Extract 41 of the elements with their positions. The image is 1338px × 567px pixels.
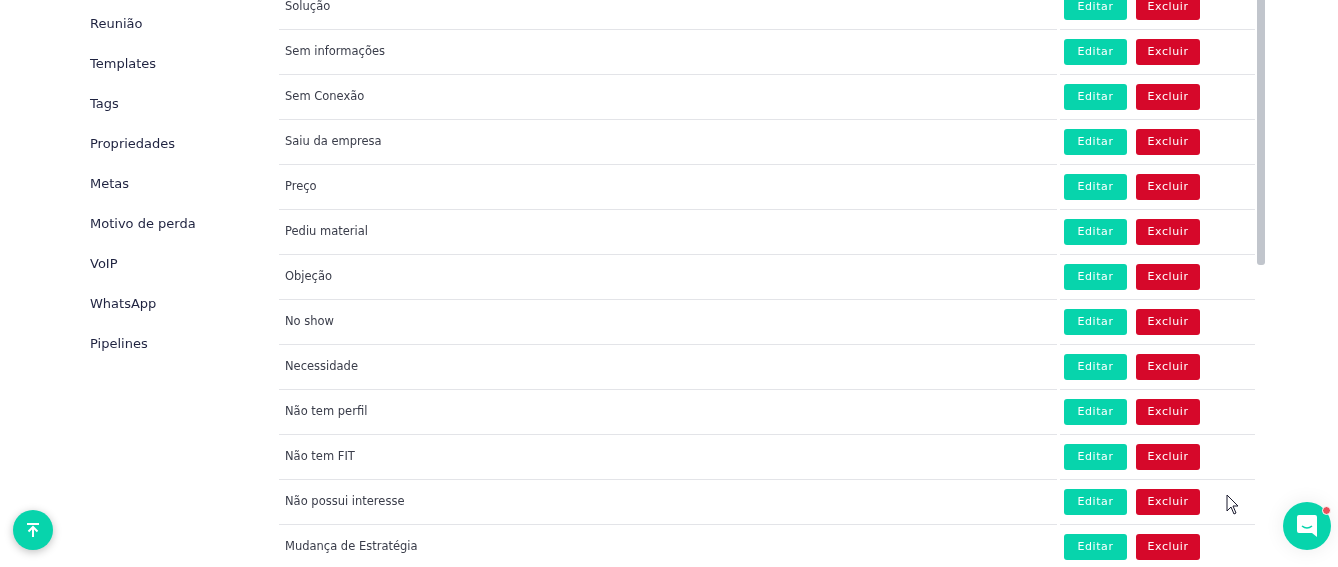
sidebar-item[interactable]: Tags	[90, 94, 279, 134]
delete-button[interactable]: Excluir	[1136, 534, 1200, 560]
sidebar-item[interactable]: Motivo de perda	[90, 214, 279, 254]
sidebar-item[interactable]: Metas	[90, 174, 279, 214]
sidebar-item[interactable]: WhatsApp	[90, 294, 279, 334]
chat-button[interactable]	[1283, 502, 1331, 550]
delete-button[interactable]: Excluir	[1136, 444, 1200, 470]
delete-button[interactable]: Excluir	[1136, 219, 1200, 245]
reason-name: Não tem perfil	[285, 403, 368, 421]
chat-icon	[1296, 514, 1318, 538]
scroll-to-top-button[interactable]	[13, 510, 53, 550]
sidebar-item[interactable]: Reunião	[90, 14, 279, 54]
reason-name: Sem Conexão	[285, 88, 365, 106]
reason-name: Necessidade	[285, 358, 358, 376]
reason-name: Saiu da empresa	[285, 133, 382, 151]
sidebar-item[interactable]: VoIP	[90, 254, 279, 294]
reason-name: Preço	[285, 178, 317, 196]
reason-name: Sem informações	[285, 43, 385, 61]
sidebar-item[interactable]: Templates	[90, 54, 279, 94]
reason-name: Pediu material	[285, 223, 369, 241]
delete-button[interactable]: Excluir	[1136, 129, 1200, 155]
sidebar-item[interactable]: Pipelines	[90, 334, 279, 374]
delete-button[interactable]: Excluir	[1136, 309, 1200, 335]
delete-button[interactable]: Excluir	[1136, 354, 1200, 380]
reason-name: Objeção	[285, 268, 333, 286]
scrollbar-thumb[interactable]	[1257, 0, 1265, 265]
delete-button[interactable]: Excluir	[1136, 174, 1200, 200]
reason-name: Não tem FIT	[285, 448, 355, 466]
delete-button[interactable]: Excluir	[1136, 264, 1200, 290]
delete-button[interactable]: Excluir	[1136, 39, 1200, 65]
delete-button[interactable]: Excluir	[1136, 399, 1200, 425]
reason-name: Não possui interesse	[285, 493, 405, 511]
delete-button[interactable]: Excluir	[1136, 489, 1200, 515]
cursor-icon	[1226, 494, 1239, 515]
arrow-up-icon	[25, 522, 41, 538]
reason-name: Solução	[285, 0, 331, 16]
reason-name: Mudança de Estratégia	[285, 538, 418, 556]
delete-button[interactable]: Excluir	[1136, 0, 1200, 20]
sidebar-item[interactable]: Propriedades	[90, 134, 279, 174]
reason-name: No show	[285, 313, 334, 331]
delete-button[interactable]: Excluir	[1136, 84, 1200, 110]
